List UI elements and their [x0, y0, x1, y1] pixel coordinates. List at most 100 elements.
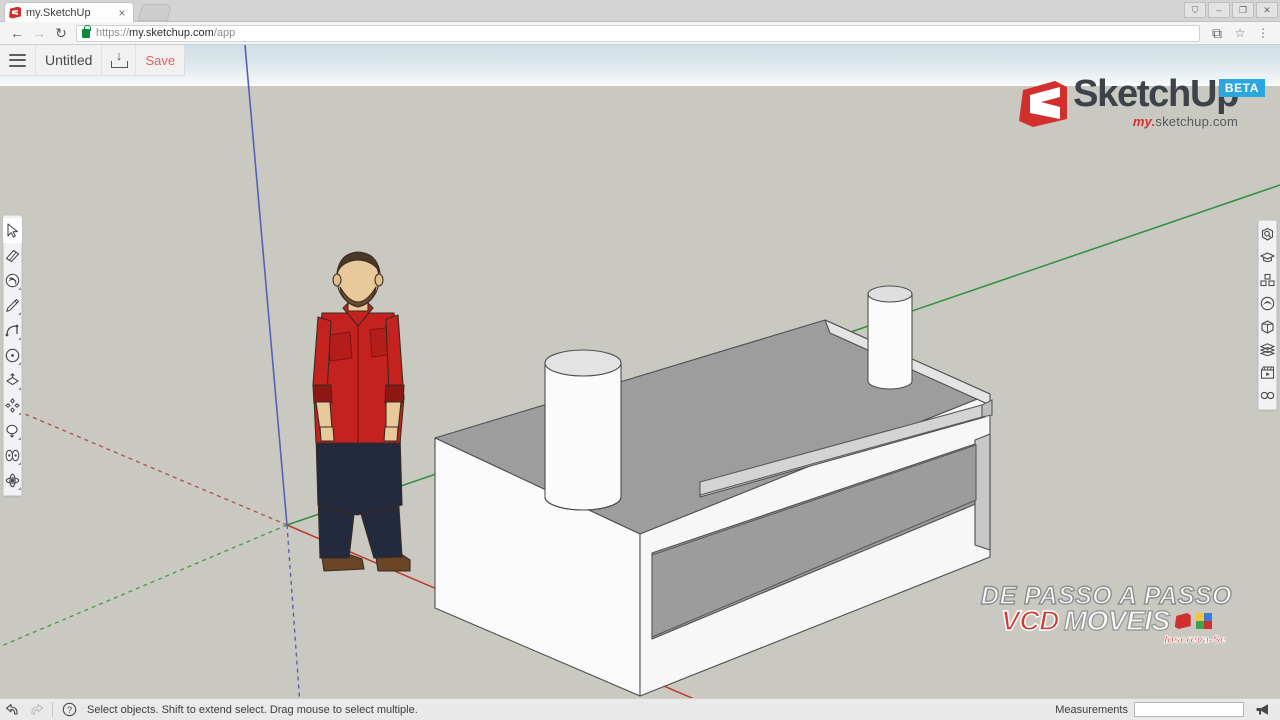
sketchup-viewport[interactable]: SketchUp BETA my.sketchup.com DE PASSO A…	[0, 45, 1280, 698]
profile-button[interactable]: ⛉	[1184, 2, 1206, 18]
browser-tab-my-sketchup[interactable]: my.SketchUp ×	[4, 2, 134, 22]
arc-icon	[5, 324, 19, 337]
browser-navbar: ← → ↻ https://my.sketchup.com/app ⧉ ☆ ⋮	[0, 22, 1280, 45]
push-pull-icon	[5, 373, 20, 386]
lock-icon	[82, 24, 91, 38]
rotate-tool[interactable]	[3, 418, 22, 443]
tab-close-icon[interactable]: ×	[115, 7, 129, 19]
styles-box-icon	[1261, 320, 1274, 334]
flyout-arrow-icon	[18, 487, 21, 490]
arc-tool[interactable]	[3, 318, 22, 343]
cursor-arrow-icon	[7, 223, 18, 238]
bookmark-star-icon[interactable]: ☆	[1229, 23, 1251, 43]
eraser-tool[interactable]	[3, 243, 22, 268]
minimize-button[interactable]: –	[1208, 2, 1230, 18]
circle-icon	[5, 348, 20, 363]
search-panel-button[interactable]	[1258, 223, 1277, 246]
undo-arrow-icon	[5, 703, 18, 715]
layers-panel-button[interactable]	[1258, 338, 1277, 361]
maximize-button[interactable]: ❐	[1232, 2, 1254, 18]
browser-menu-icon[interactable]: ⋮	[1252, 23, 1274, 43]
cylinder-large	[544, 349, 622, 511]
document-title: Untitled	[45, 52, 93, 68]
flyout-arrow-icon	[18, 387, 21, 390]
forward-button[interactable]: →	[28, 23, 50, 43]
url-text: https://my.sketchup.com/app	[96, 27, 235, 39]
app-toolbar-group: Untitled Save	[0, 44, 186, 76]
select-tool[interactable]	[3, 218, 22, 243]
main-menu-button[interactable]	[0, 44, 36, 76]
download-button[interactable]	[102, 44, 137, 76]
redo-arrow-icon	[30, 703, 43, 715]
address-bar[interactable]: https://my.sketchup.com/app	[76, 24, 1200, 42]
flyout-arrow-icon	[18, 412, 21, 415]
redo-button[interactable]	[24, 699, 48, 720]
undo-button[interactable]	[0, 699, 24, 720]
download-icon	[111, 49, 129, 68]
scenes-clapper-icon	[1260, 366, 1275, 379]
save-button[interactable]: Save	[136, 45, 184, 76]
browser-window: my.SketchUp × ⛉ – ❐ ✕ ← → ↻ https://my.s…	[0, 0, 1280, 720]
components-panel-button[interactable]	[1258, 269, 1277, 292]
left-tool-palette	[3, 215, 22, 496]
statusbar-right: Measurements	[1055, 699, 1280, 720]
flyout-arrow-icon	[18, 437, 21, 440]
line-tool[interactable]	[3, 293, 22, 318]
navbar-actions: ⧉ ☆ ⋮	[1206, 23, 1274, 43]
window-controls: ⛉ – ❐ ✕	[1184, 1, 1278, 19]
tape-measure-tool[interactable]	[3, 443, 22, 468]
document-title-button[interactable]: Untitled	[36, 44, 103, 76]
status-hint-text: Select objects. Shift to extend select. …	[87, 703, 418, 716]
materials-paint-icon	[1260, 296, 1275, 311]
flyout-arrow-icon	[18, 337, 21, 340]
measurements-label: Measurements	[1055, 703, 1128, 716]
model-scene	[0, 45, 1280, 698]
scale-figure-person	[312, 251, 411, 572]
flyout-arrow-icon	[18, 362, 21, 365]
flyout-arrow-icon	[18, 287, 21, 290]
browser-tabstrip: my.SketchUp × ⛉ – ❐ ✕	[0, 0, 1280, 22]
flyout-arrow-icon	[18, 462, 21, 465]
feedback-button[interactable]	[1252, 699, 1274, 720]
flyout-arrow-icon	[18, 312, 21, 315]
sketchup-favicon-icon	[9, 7, 21, 19]
save-label: Save	[145, 52, 176, 68]
help-question-icon: ?	[62, 702, 76, 717]
paint-tool[interactable]	[3, 268, 22, 293]
tab-title: my.SketchUp	[26, 6, 91, 19]
layers-stack-icon	[1260, 343, 1275, 357]
url-path: /app	[213, 27, 236, 39]
instructor-panel-button[interactable]	[1258, 246, 1277, 269]
move-cross-icon	[5, 398, 20, 413]
glasses-icon	[1260, 391, 1275, 400]
extension-icon[interactable]: ⧉	[1206, 23, 1228, 43]
back-button[interactable]: ←	[6, 23, 28, 43]
reload-button[interactable]: ↻	[50, 23, 72, 43]
help-button[interactable]: ?	[57, 699, 81, 720]
right-panel-palette	[1258, 220, 1277, 410]
orbit-icon	[5, 473, 20, 488]
new-tab-button[interactable]	[137, 4, 173, 21]
stereo-panel-button[interactable]	[1258, 384, 1277, 407]
close-button[interactable]: ✕	[1256, 2, 1278, 18]
pushpull-tool[interactable]	[3, 368, 22, 393]
circle-tool[interactable]	[3, 343, 22, 368]
components-icon	[1260, 273, 1275, 287]
move-tool[interactable]	[3, 393, 22, 418]
cylinder-small	[867, 285, 913, 390]
styles-panel-button[interactable]	[1258, 315, 1277, 338]
materials-panel-button[interactable]	[1258, 292, 1277, 315]
graduation-cap-icon	[1260, 252, 1275, 263]
scenes-panel-button[interactable]	[1258, 361, 1277, 384]
statusbar-divider	[52, 702, 53, 717]
tape-measure-icon	[5, 449, 20, 462]
eraser-icon	[5, 249, 20, 263]
paint-bucket-icon	[5, 273, 20, 288]
measurements-input[interactable]	[1134, 702, 1244, 717]
hamburger-icon	[9, 53, 26, 67]
url-host: my.sketchup.com	[129, 27, 214, 39]
app-toolbar: Untitled Save	[0, 44, 1280, 76]
rotate-icon	[6, 424, 18, 438]
pencil-icon	[6, 298, 20, 312]
orbit-tool[interactable]	[3, 468, 22, 493]
